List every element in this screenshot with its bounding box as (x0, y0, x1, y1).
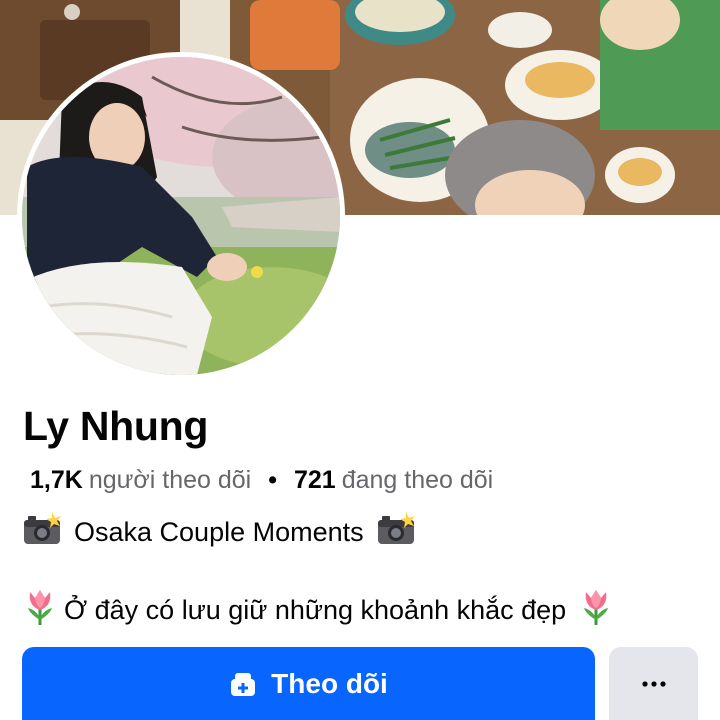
more-icon (640, 680, 668, 688)
following-count[interactable]: 721 (294, 466, 336, 495)
profile-name: Ly Nhung (23, 403, 209, 449)
tulip-icon (22, 588, 58, 633)
bio-line-2-text: Ở đây có lưu giữ những khoảnh khắc đẹp (64, 595, 567, 625)
follow-button[interactable]: Theo dõi (22, 647, 595, 720)
followers-count[interactable]: 1,7K (30, 466, 83, 495)
bio-line-1-text: Osaka Couple Moments (74, 517, 364, 547)
add-friend-icon (229, 670, 257, 698)
bio-line-1: Osaka Couple Moments (22, 512, 416, 553)
following-label[interactable]: đang theo dõi (342, 466, 494, 495)
follow-button-label: Theo dõi (271, 667, 388, 699)
followers-label[interactable]: người theo dõi (89, 466, 251, 495)
profile-avatar[interactable] (22, 57, 340, 375)
stats-separator: • (268, 466, 277, 494)
camera-flash-icon (376, 512, 416, 553)
tulip-icon (578, 588, 614, 633)
bio-line-2: Ở đây có lưu giữ những khoảnh khắc đẹp (22, 588, 614, 633)
camera-flash-icon (22, 512, 62, 553)
profile-stats: 1,7K người theo dõi • 721 đang theo dõi (30, 466, 493, 495)
more-options-button[interactable] (609, 647, 698, 720)
